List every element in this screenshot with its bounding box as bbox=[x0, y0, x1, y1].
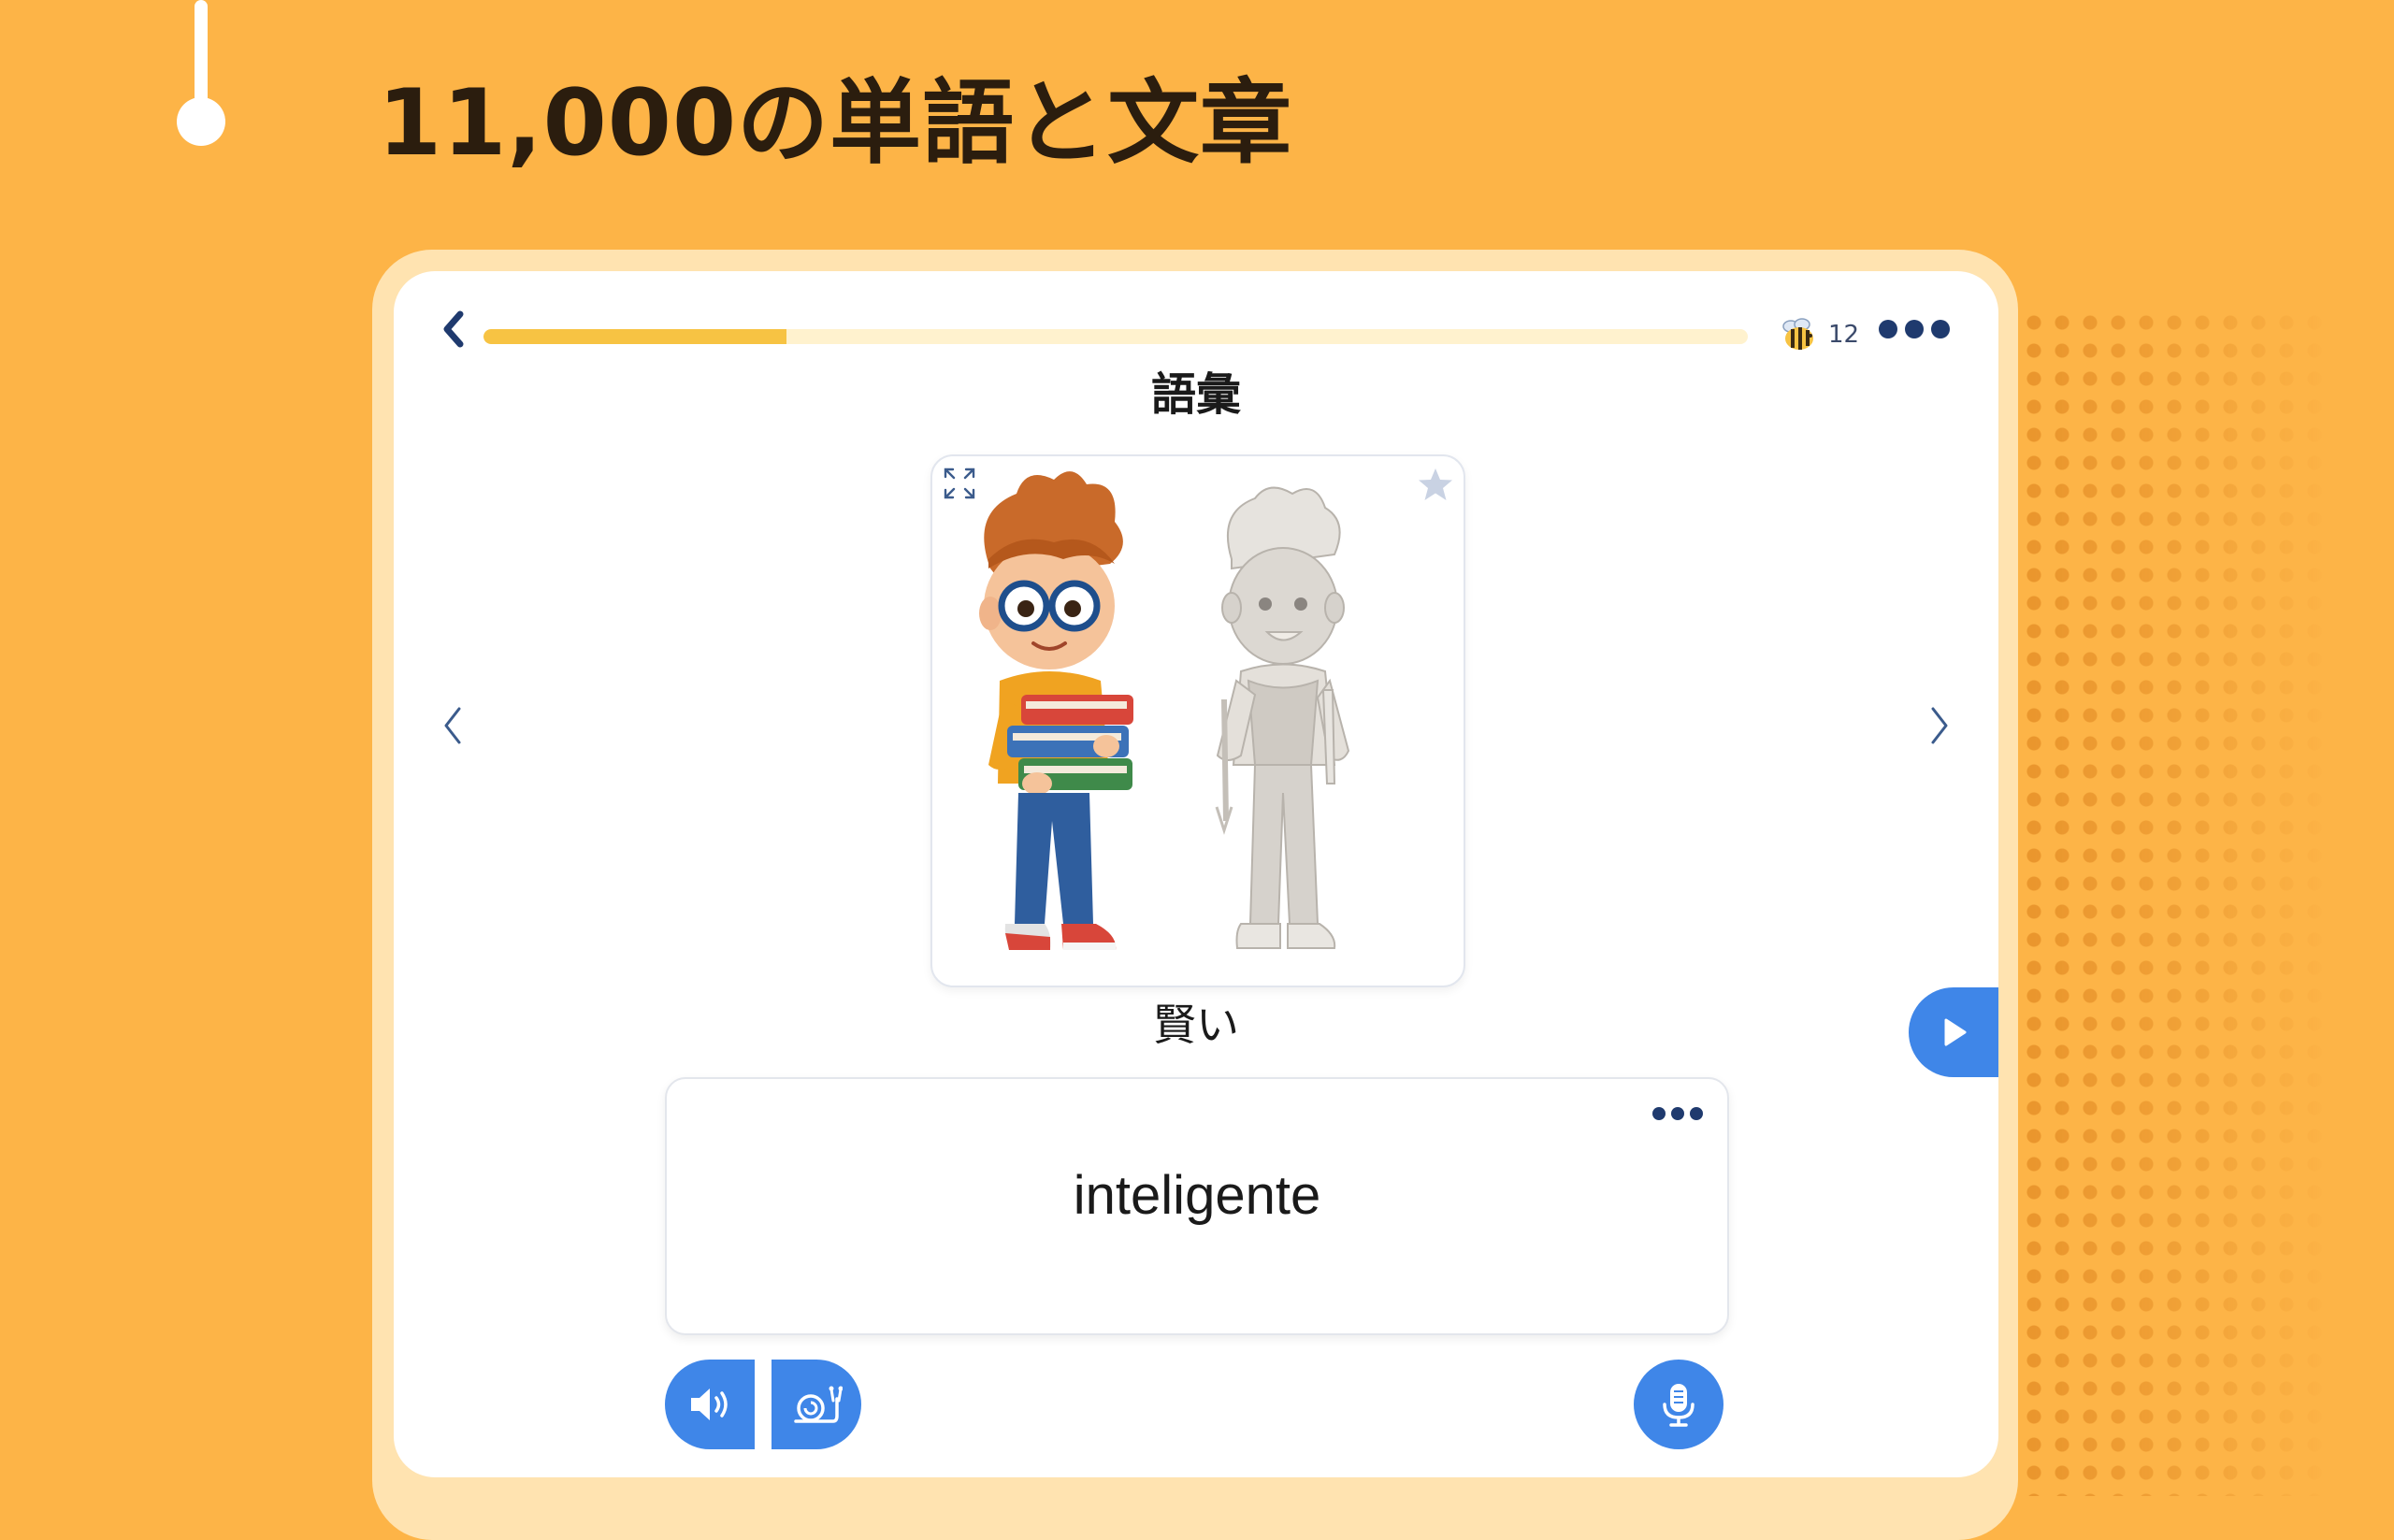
expand-icon[interactable] bbox=[942, 466, 977, 501]
section-title: 語彙 bbox=[1150, 368, 1241, 421]
timeline-line bbox=[195, 0, 208, 112]
play-sound-button[interactable] bbox=[665, 1360, 755, 1449]
answer-card[interactable]: inteligente bbox=[665, 1077, 1729, 1335]
device-screen: 12 語彙 賢い inteligente bbox=[394, 271, 1998, 1477]
answer-word: inteligente bbox=[1073, 1165, 1321, 1226]
play-icon bbox=[1944, 1018, 1967, 1046]
speaker-icon bbox=[691, 1389, 728, 1420]
progress-fill bbox=[483, 329, 787, 344]
dot-icon bbox=[1671, 1107, 1684, 1120]
chevron-left-icon bbox=[444, 707, 461, 744]
timeline-dot bbox=[177, 97, 225, 146]
bee-icon bbox=[1782, 318, 1813, 350]
back-button[interactable] bbox=[435, 307, 472, 352]
dot-icon bbox=[1879, 320, 1897, 338]
progress-bar bbox=[483, 329, 1748, 344]
card-more-options-button[interactable] bbox=[1652, 1107, 1703, 1120]
bee-count: 12 bbox=[1828, 321, 1860, 349]
boy-with-books-illustration bbox=[979, 471, 1350, 950]
word-japanese: 賢い bbox=[1153, 1000, 1239, 1050]
chevron-left-icon bbox=[443, 310, 464, 348]
slow-sound-button[interactable] bbox=[772, 1360, 861, 1449]
dot-icon bbox=[1690, 1107, 1703, 1120]
snail-icon bbox=[794, 1386, 843, 1423]
microphone-icon bbox=[1663, 1384, 1695, 1427]
previous-card-button[interactable] bbox=[433, 698, 470, 754]
bee-counter: 12 bbox=[1780, 312, 1859, 357]
play-button[interactable] bbox=[1909, 987, 1998, 1077]
next-card-button[interactable] bbox=[1922, 698, 1959, 754]
microphone-button[interactable] bbox=[1634, 1360, 1723, 1449]
flashcard-image bbox=[930, 454, 1465, 987]
dot-icon bbox=[1652, 1107, 1666, 1120]
dot-pattern-decoration bbox=[1992, 309, 2394, 1496]
dot-icon bbox=[1905, 320, 1924, 338]
chevron-right-icon bbox=[1931, 707, 1948, 744]
dot-icon bbox=[1931, 320, 1950, 338]
more-options-button[interactable] bbox=[1879, 320, 1950, 338]
headline: 11,000の単語と文章 bbox=[378, 70, 1293, 177]
star-icon[interactable] bbox=[1417, 466, 1454, 503]
